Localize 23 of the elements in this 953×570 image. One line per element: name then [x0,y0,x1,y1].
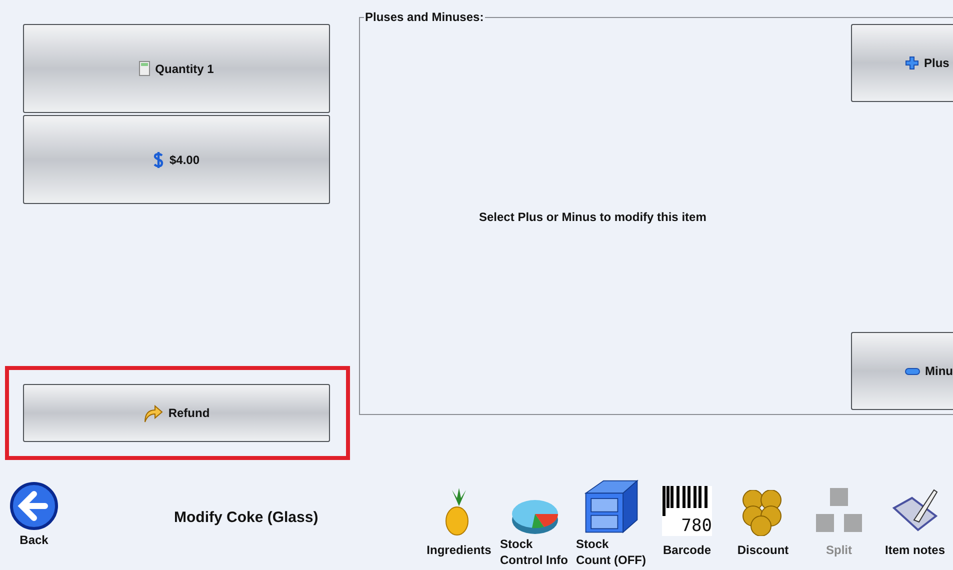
toolbar-button[interactable]: Stock Count (OFF) [573,476,649,568]
back-button[interactable]: Back [10,482,58,547]
toolbar-button[interactable]: Item notes [877,476,953,568]
toolbar-button[interactable]: 780 Barcode [649,476,725,568]
dollar-icon [153,152,164,168]
cabinet-icon [584,477,638,536]
quantity-button[interactable]: Quantity 1 [23,24,330,113]
toolbar-button[interactable]: Ingredients [421,476,497,568]
pie-chart-icon [511,498,559,536]
minus-icon [905,368,920,374]
curved-arrow-icon [143,403,164,423]
minus-button[interactable]: Minu [851,332,953,410]
item-title: Modify Coke (Glass) [174,509,320,526]
calculator-icon [139,61,150,76]
plus-icon [905,56,919,70]
plus-button[interactable]: Plus [851,24,953,102]
panel-title: Pluses and Minuses: [364,10,485,24]
barcode-icon: 780 [662,486,712,536]
toolbar-button[interactable]: Discount [725,476,801,568]
price-button[interactable]: $4.00 [23,115,330,204]
refund-button[interactable]: Refund [23,384,330,442]
toolbar-button[interactable]: Stock Control Info [497,476,573,568]
hint-text: Select Plus or Minus to modify this item [479,210,706,224]
